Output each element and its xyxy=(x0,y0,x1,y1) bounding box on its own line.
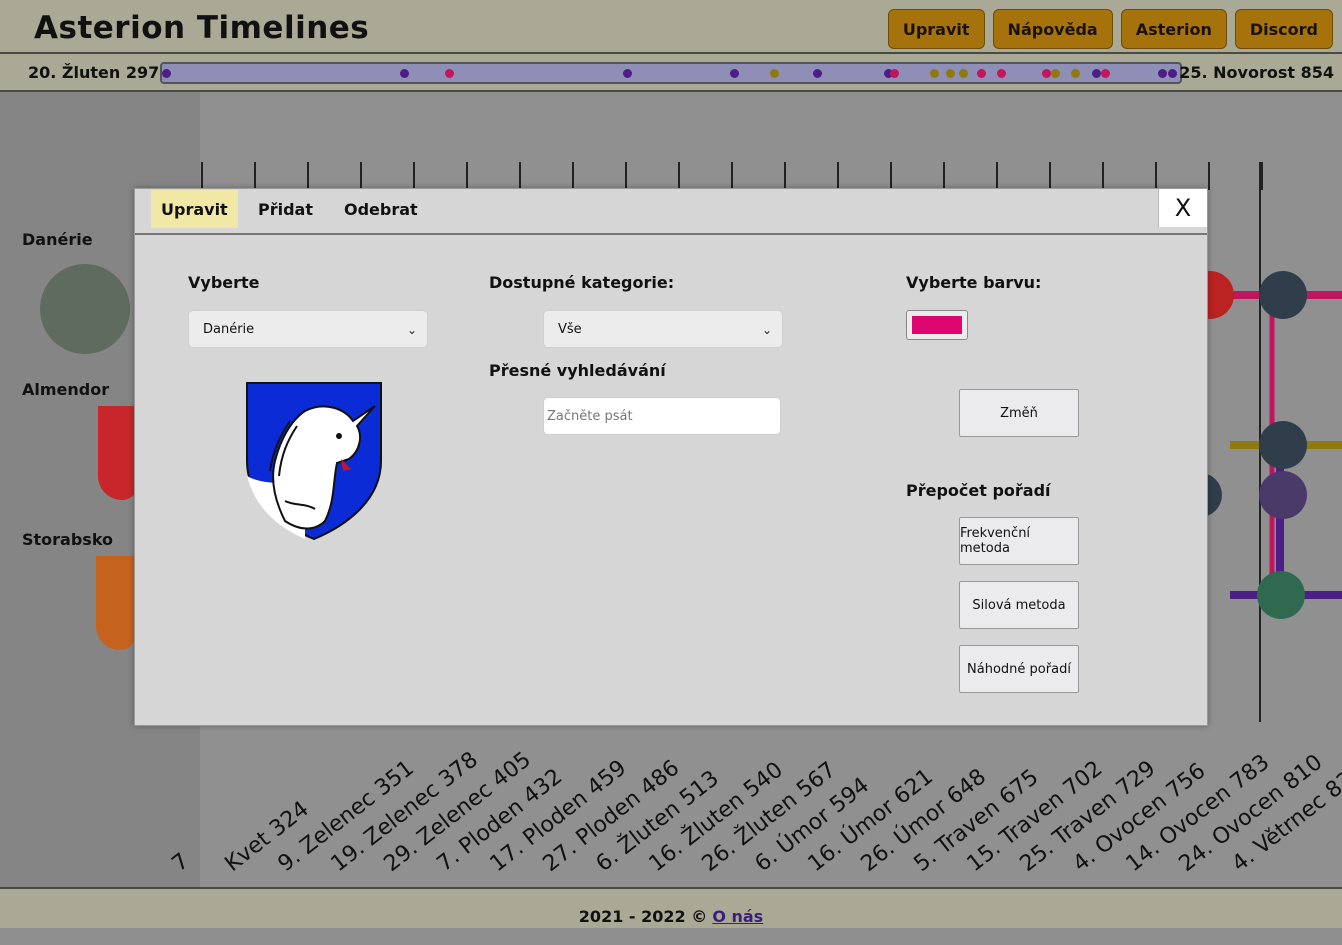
force-method-button[interactable]: Silová metoda xyxy=(959,581,1079,629)
search-placeholder: Začněte psát xyxy=(547,408,633,424)
search-input[interactable]: Začněte psát xyxy=(543,397,781,435)
tab-pridat[interactable]: Přidat xyxy=(248,190,323,228)
timeline-range-slider[interactable] xyxy=(160,62,1182,84)
faction-select[interactable]: Danérie ⌄ xyxy=(188,310,428,348)
unicorn-crest-icon xyxy=(246,382,382,541)
timeline-event-dot[interactable] xyxy=(730,69,739,78)
footer: 2021 - 2022 © O nás xyxy=(0,887,1342,928)
timeline-event-dot[interactable] xyxy=(1051,69,1060,78)
timeline-event-dot[interactable] xyxy=(770,69,779,78)
tab-upravit[interactable]: Upravit xyxy=(151,190,238,228)
categories-label: Dostupné kategorie: xyxy=(489,273,675,292)
footer-copyright: 2021 - 2022 © xyxy=(578,907,708,926)
top-nav: Upravit Nápověda Asterion Discord xyxy=(887,9,1333,49)
timeline-event-dot[interactable] xyxy=(959,69,968,78)
tab-odebrat[interactable]: Odebrat xyxy=(334,190,428,228)
color-label: Vyberte barvu: xyxy=(906,273,1042,292)
timeline-event-dot[interactable] xyxy=(1101,69,1110,78)
timeline-event-dot[interactable] xyxy=(813,69,822,78)
nav-help-button[interactable]: Nápověda xyxy=(992,9,1113,49)
timeline-range-bar: 20. Žluten 297 25. Novorost 854 xyxy=(0,54,1342,92)
timeline-event-dot[interactable] xyxy=(1071,69,1080,78)
timeline-event-dot[interactable] xyxy=(930,69,939,78)
category-select[interactable]: Vše ⌄ xyxy=(543,310,783,348)
change-color-button[interactable]: Změň xyxy=(959,389,1079,437)
timeline-event-dot[interactable] xyxy=(890,69,899,78)
nav-asterion-button[interactable]: Asterion xyxy=(1120,9,1227,49)
timeline-event-dot[interactable] xyxy=(1158,69,1167,78)
category-select-value: Vše xyxy=(558,321,582,337)
select-label: Vyberte xyxy=(188,273,260,292)
chevron-down-icon: ⌄ xyxy=(406,323,417,337)
random-order-button[interactable]: Náhodné pořadí xyxy=(959,645,1079,693)
color-swatch xyxy=(912,316,962,334)
nav-upravit-button[interactable]: Upravit xyxy=(887,9,985,49)
timeline-event-dot[interactable] xyxy=(1042,69,1051,78)
timeline-event-dot[interactable] xyxy=(623,69,632,78)
chevron-down-icon: ⌄ xyxy=(761,323,772,337)
modal-tabs: Upravit Přidat Odebrat X xyxy=(135,189,1207,235)
nav-discord-button[interactable]: Discord xyxy=(1234,9,1333,49)
app-title: Asterion Timelines xyxy=(34,10,370,46)
frequency-method-button[interactable]: Frekvenční metoda xyxy=(959,517,1079,565)
timeline-event-dot[interactable] xyxy=(445,69,454,78)
timeline-end-date: 25. Novorost 854 xyxy=(1179,63,1334,82)
timeline-event-dot[interactable] xyxy=(162,69,171,78)
faction-select-value: Danérie xyxy=(203,321,255,337)
timeline-event-dot[interactable] xyxy=(977,69,986,78)
close-button[interactable]: X xyxy=(1158,189,1207,227)
timeline-start-date: 20. Žluten 297 xyxy=(28,63,160,82)
timeline-event-dot[interactable] xyxy=(400,69,409,78)
timeline-event-dot[interactable] xyxy=(1168,69,1177,78)
header: Asterion Timelines Upravit Nápověda Aste… xyxy=(0,0,1342,54)
reorder-label: Přepočet pořadí xyxy=(906,481,1051,500)
timeline-event-dot[interactable] xyxy=(946,69,955,78)
color-picker[interactable] xyxy=(906,310,968,340)
about-link[interactable]: O nás xyxy=(712,907,763,926)
edit-modal: Upravit Přidat Odebrat X Vyberte Danérie… xyxy=(134,188,1208,726)
search-label: Přesné vyhledávání xyxy=(489,361,666,380)
timeline-event-dot[interactable] xyxy=(997,69,1006,78)
timeline-event-dot[interactable] xyxy=(1092,69,1101,78)
